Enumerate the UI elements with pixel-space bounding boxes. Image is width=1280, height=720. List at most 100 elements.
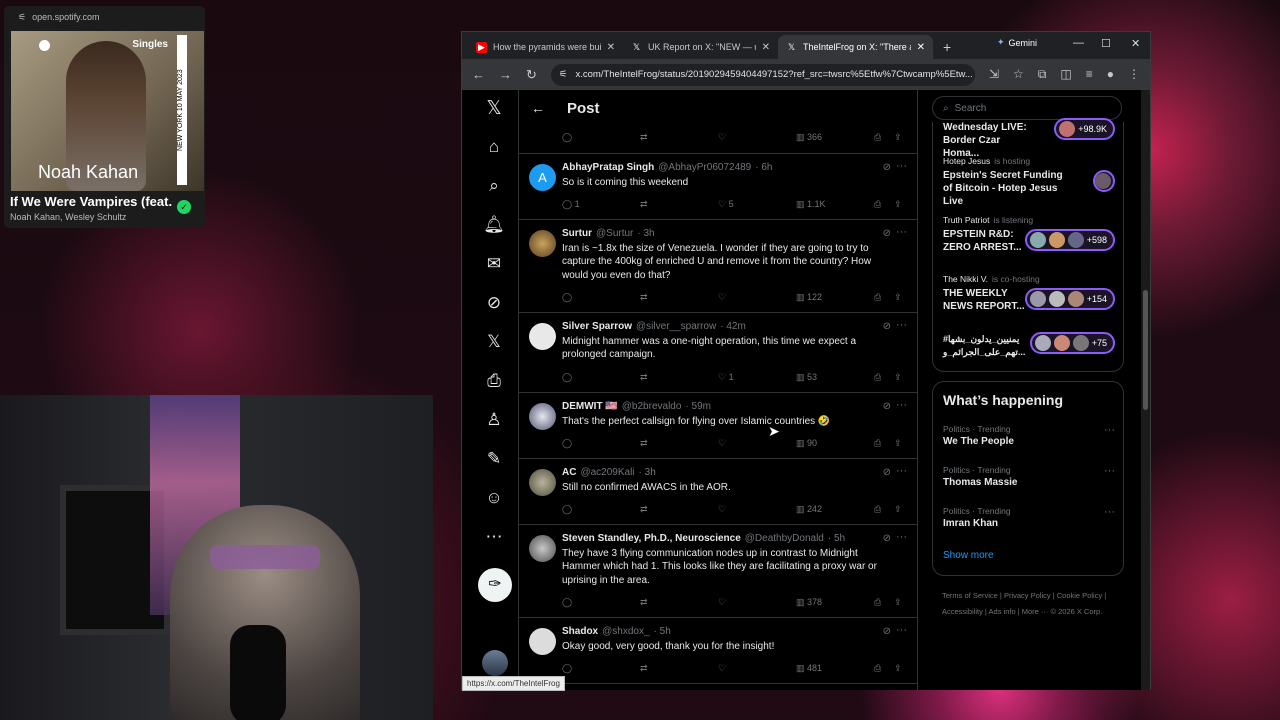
bookmark-icon[interactable]: ⎙ [874, 504, 881, 515]
timestamp[interactable]: · 5h [654, 626, 671, 637]
tweet-reply[interactable]: DEMWIT 🇺🇸 @b2brevaldo · 59m ⊘ ··· That's t… [519, 393, 917, 459]
trend-item[interactable]: Politics · Trending Thomas Massie ··· [943, 465, 1115, 488]
split-view-icon[interactable]: ◫ [1060, 67, 1071, 82]
space-item[interactable]: Hotep Jesus is hosting Epstein's Secret F… [943, 156, 1115, 208]
jobs-icon[interactable]: ♙ [482, 409, 506, 431]
retweet-icon[interactable]: ⇄ [640, 292, 648, 303]
timestamp[interactable]: · 59m [685, 401, 711, 412]
grok-explain-icon[interactable]: ⊘ [883, 401, 891, 412]
show-more-link[interactable]: Show more [943, 550, 994, 561]
more-options-icon[interactable]: ··· [896, 624, 907, 636]
bookmark-icon[interactable]: ⎙ [874, 199, 881, 210]
footer-links[interactable]: Terms of Service | Privacy Policy | Cook… [942, 588, 1120, 620]
tweet-reply[interactable]: AC @ac209Kali · 3h ⊘ ··· Still no confirme… [519, 459, 917, 525]
more-options-icon[interactable]: ··· [1104, 506, 1115, 518]
author-handle[interactable]: @AbhayPr06072489 [658, 162, 751, 173]
saved-check-icon[interactable]: ✓ [177, 200, 191, 214]
explore-search-icon[interactable]: ⌕ [482, 175, 506, 197]
timestamp[interactable]: · 5h [828, 533, 845, 544]
reply-icon[interactable]: ◯ [562, 132, 572, 143]
avatar[interactable]: A [529, 164, 556, 191]
views-icon[interactable]: ▥ 366 [796, 132, 822, 143]
more-options-icon[interactable]: ··· [1104, 465, 1115, 477]
views-icon[interactable]: ▥ 242 [796, 504, 822, 515]
avatar[interactable] [529, 469, 556, 496]
author-name[interactable]: AbhayPratap Singh [562, 162, 654, 173]
page-scrollbar[interactable] [1141, 90, 1150, 690]
author-handle[interactable]: @silver__sparrow [636, 321, 716, 332]
share-icon[interactable]: ⇪ [894, 372, 902, 383]
close-icon[interactable]: ✕ [607, 42, 615, 53]
bookmarks-icon[interactable]: ⎙ [482, 370, 506, 392]
back-icon[interactable]: ← [472, 67, 485, 82]
bookmark-icon[interactable]: ⎙ [874, 597, 881, 608]
reply-icon[interactable]: ◯ 1 [562, 199, 580, 210]
address-bar[interactable]: ⚟ x.com/TheIntelFrog/status/2019029459404… [550, 63, 975, 86]
post-compose-button[interactable]: ✑ [478, 568, 512, 602]
search-input[interactable]: ⌕ Search [932, 96, 1122, 120]
grok-explain-icon[interactable]: ⊘ [883, 533, 891, 544]
views-icon[interactable]: ▥ 90 [796, 438, 817, 449]
site-settings-icon[interactable]: ⚟ [18, 12, 26, 28]
share-icon[interactable]: ⇪ [894, 438, 902, 449]
retweet-icon[interactable]: ⇄ [640, 663, 648, 674]
trend-item[interactable]: Politics · Trending Imran Khan ··· [943, 506, 1115, 529]
grok-icon[interactable]: ⊘ [482, 292, 506, 314]
space-listeners[interactable]: +75 [1029, 332, 1115, 354]
author-name[interactable]: Steven Standley, Ph.D., Neuroscience [562, 533, 741, 544]
home-icon[interactable]: ⌂ [482, 136, 506, 158]
account-avatar[interactable] [482, 650, 508, 676]
share-icon[interactable]: ⇪ [894, 292, 902, 303]
space-listeners[interactable]: +598 [1024, 229, 1115, 251]
messages-envelope-icon[interactable]: ✉ [482, 253, 506, 275]
retweet-icon[interactable]: ⇄ [640, 372, 648, 383]
reply-icon[interactable]: ◯ [562, 597, 572, 608]
space-item[interactable]: The Nikki V. is co-hosting THE WEEKLY NEW… [943, 274, 1115, 313]
author-handle[interactable]: @shxdox_ [602, 626, 649, 637]
back-arrow-icon[interactable]: ← [531, 100, 545, 116]
share-icon[interactable]: ⇪ [894, 663, 902, 674]
avatar[interactable] [529, 628, 556, 655]
bookmark-icon[interactable]: ⎙ [874, 438, 881, 449]
notifications-bell-icon[interactable]: 🔔︎ [482, 214, 506, 236]
more-options-icon[interactable]: ··· [896, 399, 907, 411]
reload-icon[interactable]: ↻ [526, 67, 537, 83]
views-icon[interactable]: ▥ 53 [796, 372, 817, 383]
author-name[interactable]: Silver Sparrow [562, 321, 632, 332]
retweet-icon[interactable]: ⇄ [640, 504, 648, 515]
close-icon[interactable]: ✕ [762, 42, 770, 53]
views-icon[interactable]: ▥ 378 [796, 597, 822, 608]
bookmark-star-icon[interactable]: ☆ [1013, 67, 1024, 82]
x-logo-icon[interactable]: 𝕏 [482, 98, 506, 120]
bookmark-icon[interactable]: ⎙ [874, 663, 881, 674]
site-info-icon[interactable]: ⚟ [559, 69, 568, 80]
author-handle[interactable]: @Surtur [596, 228, 633, 239]
more-options-icon[interactable]: ··· [896, 531, 907, 543]
views-icon[interactable]: ▥ 1.1K [796, 199, 826, 210]
like-icon[interactable]: ♡ 5 [718, 199, 734, 210]
avatar[interactable] [529, 230, 556, 257]
retweet-icon[interactable]: ⇄ [640, 199, 648, 210]
author-handle[interactable]: @DeathbyDonald [745, 533, 824, 544]
timestamp[interactable]: · 42m [720, 321, 746, 332]
author-name[interactable]: AC [562, 467, 576, 478]
retweet-icon[interactable]: ⇄ [640, 132, 648, 143]
tweet-reply[interactable]: Surtur @Surtur · 3h ⊘ ··· Iran is ~1.8x th… [519, 220, 917, 313]
tab-youtube[interactable]: ▶ How the pyramids were built ✕ [468, 35, 623, 59]
media-icon[interactable]: ≡ [1086, 67, 1093, 82]
views-icon[interactable]: ▥ 481 [796, 663, 822, 674]
tweet-reply[interactable]: A AbhayPratap Singh @AbhayPr06072489 · 6h … [519, 154, 917, 220]
close-icon[interactable]: ✕ [917, 42, 925, 53]
more-options-icon[interactable]: ··· [896, 319, 907, 331]
like-icon[interactable]: ♡ [718, 438, 726, 449]
space-item[interactable]: Truth Patriot is listening EPSTEIN R&D: Z… [943, 215, 1115, 254]
grok-explain-icon[interactable]: ⊘ [883, 626, 891, 637]
new-tab-button[interactable]: + [933, 39, 961, 59]
reply-icon[interactable]: ◯ [562, 292, 572, 303]
reply-icon[interactable]: ◯ [562, 504, 572, 515]
extensions-icon[interactable]: ⧉ [1038, 67, 1047, 82]
more-options-icon[interactable]: ··· [1104, 424, 1115, 436]
trend-item[interactable]: Politics · Trending We The People ··· [943, 424, 1115, 447]
retweet-icon[interactable]: ⇄ [640, 597, 648, 608]
premium-x-icon[interactable]: 𝕏 [482, 331, 506, 353]
